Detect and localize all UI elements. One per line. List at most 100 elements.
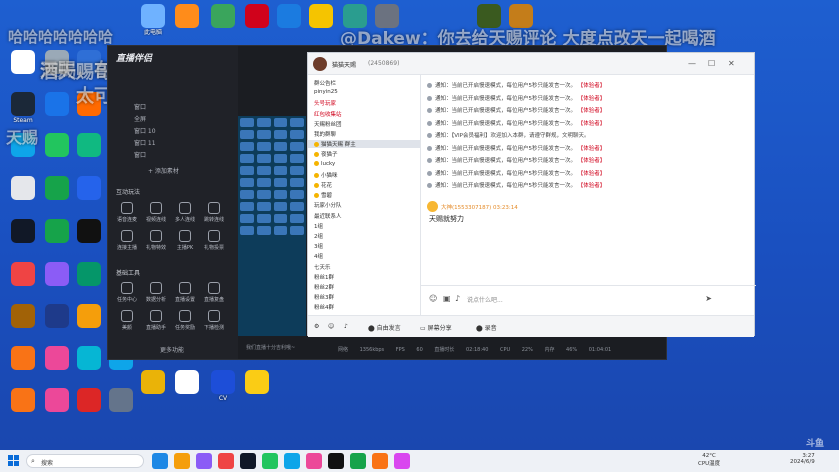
tool-tile[interactable]: 连接主播 — [116, 230, 138, 251]
desktop-icon[interactable] — [6, 50, 40, 75]
desktop-icon[interactable] — [170, 4, 204, 29]
sender-avatar[interactable] — [427, 201, 438, 212]
tool-tile[interactable]: 任务中心 — [116, 282, 138, 303]
desktop-icon[interactable] — [40, 388, 74, 413]
settings-icon[interactable]: ⚙ — [314, 323, 319, 330]
tool-tile[interactable]: 主播PK — [174, 230, 196, 251]
tool-tile[interactable]: 跳转连线 — [203, 202, 225, 223]
add-source-button[interactable]: + 添加素材 — [148, 166, 179, 175]
send-icon[interactable]: ➤ — [705, 294, 712, 303]
desktop-icon[interactable] — [272, 4, 306, 29]
taskbar-app-icon[interactable] — [306, 453, 322, 469]
member-list-item[interactable]: 玩家小分队 — [314, 201, 342, 209]
member-list-item[interactable]: 粉丝1群 — [314, 273, 334, 281]
desktop-icon[interactable] — [40, 219, 74, 244]
member-list-item[interactable]: 小猫咪 — [314, 171, 338, 179]
scene-item[interactable]: 窗口 11 — [134, 138, 156, 147]
minimize-icon[interactable]: — — [688, 59, 696, 68]
desktop-icon[interactable] — [240, 370, 274, 395]
desktop-icon[interactable]: Steam — [6, 92, 40, 124]
member-list-item[interactable]: lucky — [314, 160, 335, 167]
member-list-item[interactable]: 头号玩家 — [314, 99, 336, 107]
desktop-icon[interactable] — [72, 388, 106, 413]
desktop-icon[interactable] — [6, 176, 40, 201]
scene-item[interactable]: 全屏 — [134, 114, 146, 123]
taskbar-app-icon[interactable] — [284, 453, 300, 469]
tool-tile[interactable]: 礼物投票 — [203, 230, 225, 251]
member-list-item[interactable]: 4组 — [314, 252, 323, 260]
scene-item[interactable]: 窗口 — [134, 150, 146, 159]
desktop-icon[interactable] — [6, 388, 40, 413]
member-list-item[interactable]: 粉丝2群 — [314, 283, 334, 291]
member-list-item[interactable]: 粉丝4群 — [314, 303, 334, 311]
taskbar-app-icon[interactable] — [372, 453, 388, 469]
taskbar-app-icon[interactable] — [196, 453, 212, 469]
tool-tile[interactable]: 语音连麦 — [116, 202, 138, 223]
close-icon[interactable]: ✕ — [728, 59, 735, 68]
desktop-icon[interactable] — [304, 4, 338, 29]
member-list-item[interactable]: 群公告栏 — [314, 79, 336, 87]
taskbar-app-icon[interactable] — [394, 453, 410, 469]
desktop-icon[interactable] — [6, 346, 40, 371]
tool-tile[interactable]: 直播助手 — [145, 310, 167, 331]
desktop-icon[interactable] — [6, 219, 40, 244]
member-list-item[interactable]: 天赐粉丝团 — [314, 120, 342, 128]
scene-item[interactable]: 窗口 — [134, 102, 146, 111]
member-list-item[interactable]: 红包收集站 — [314, 110, 342, 118]
tool-tile[interactable]: 直播设置 — [174, 282, 196, 303]
tool-tile[interactable]: 礼物特效 — [145, 230, 167, 251]
member-list-item[interactable]: 猫猫天赐 群主 — [308, 140, 420, 149]
member-list-item[interactable]: 3组 — [314, 242, 323, 250]
desktop-icon[interactable] — [40, 176, 74, 201]
tool-tile[interactable]: 美颜 — [116, 310, 138, 331]
taskbar-search[interactable]: ⌕ 搜索 — [26, 454, 144, 468]
member-list-item[interactable]: 花花 — [314, 181, 332, 189]
record-button[interactable]: ⬤ 录音 — [476, 323, 497, 332]
desktop-icon[interactable] — [72, 176, 106, 201]
desktop-icon[interactable] — [40, 262, 74, 287]
desktop-icon[interactable] — [72, 219, 106, 244]
desktop-icon[interactable]: 此电脑 — [136, 4, 170, 36]
desktop-icon[interactable] — [72, 262, 106, 287]
taskbar-app-icon[interactable] — [240, 453, 256, 469]
member-list-item[interactable]: 夜猫子 — [314, 150, 338, 158]
tool-tile[interactable]: 直播复盘 — [203, 282, 225, 303]
emoji-icon[interactable]: ☺ — [429, 294, 437, 303]
group-avatar[interactable] — [313, 57, 327, 71]
message-input[interactable]: 说点什么吧... — [467, 295, 503, 304]
free-talk-button[interactable]: ⬤ 自由发言 — [368, 323, 401, 332]
member-list-item[interactable]: 粉丝3群 — [314, 293, 334, 301]
desktop-icon[interactable] — [104, 388, 138, 413]
member-list-item[interactable]: 雪碧 — [314, 191, 332, 199]
desktop-icon[interactable] — [170, 370, 204, 395]
tool-tile[interactable]: 下播检测 — [203, 310, 225, 331]
member-list-item[interactable]: pinyin25 — [314, 89, 338, 95]
desktop-icon[interactable] — [40, 304, 74, 329]
more-features-button[interactable]: 更多功能 — [160, 345, 184, 354]
maximize-icon[interactable]: ☐ — [708, 59, 715, 68]
desktop-icon[interactable] — [72, 133, 106, 158]
tool-tile[interactable]: 视频连线 — [145, 202, 167, 223]
taskbar-app-icon[interactable] — [328, 453, 344, 469]
mic-icon[interactable]: ♪ — [455, 294, 460, 303]
emoji-footer-icon[interactable]: ☺ — [328, 323, 334, 330]
taskbar-app-icon[interactable] — [174, 453, 190, 469]
scene-item[interactable]: 窗口 10 — [134, 126, 156, 135]
member-list-item[interactable]: 七天乐 — [314, 263, 331, 271]
desktop-icon[interactable] — [206, 4, 240, 29]
mic-footer-icon[interactable]: ♪ — [344, 323, 348, 330]
member-list-item[interactable]: 最近联系人 — [314, 212, 342, 220]
desktop-icon[interactable] — [40, 92, 74, 117]
taskbar-app-icon[interactable] — [218, 453, 234, 469]
desktop-icon[interactable] — [136, 370, 170, 395]
tool-tile[interactable]: 多人连线 — [174, 202, 196, 223]
member-list-item[interactable]: 2组 — [314, 232, 323, 240]
member-list-item[interactable]: 1组 — [314, 222, 323, 230]
screen-share-button[interactable]: ▭ 屏幕分享 — [420, 323, 452, 332]
taskbar-app-icon[interactable] — [262, 453, 278, 469]
taskbar-app-icon[interactable] — [350, 453, 366, 469]
desktop-icon[interactable] — [6, 262, 40, 287]
taskbar-app-icon[interactable] — [152, 453, 168, 469]
tool-tile[interactable]: 任务奖励 — [174, 310, 196, 331]
desktop-icon[interactable] — [240, 4, 274, 29]
